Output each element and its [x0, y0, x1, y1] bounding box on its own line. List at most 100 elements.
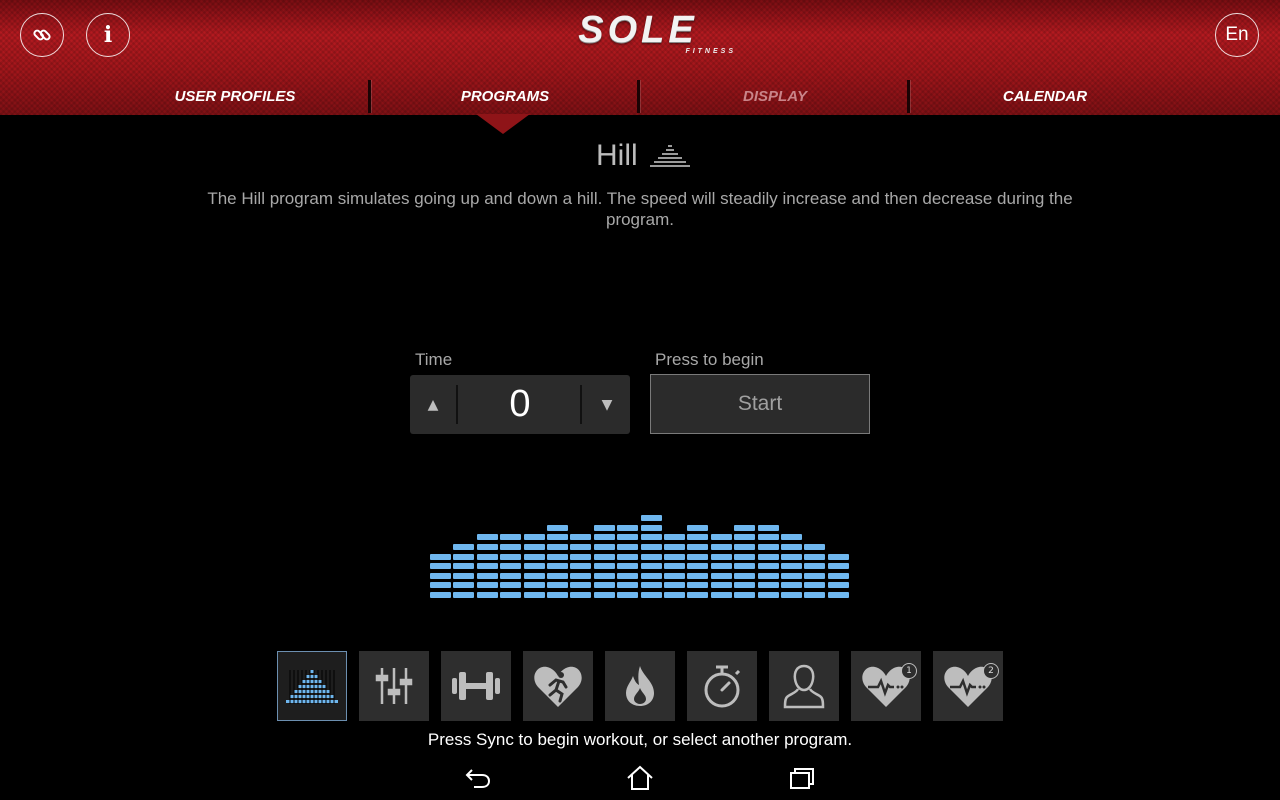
tab-display[interactable]: DISPLAY: [640, 78, 910, 115]
profile-segment: [500, 534, 522, 541]
profile-segment: [500, 553, 522, 560]
profile-segment: [710, 592, 732, 598]
profile-segment: [710, 544, 732, 550]
start-label: Start: [737, 392, 783, 415]
program-heart-runner-button[interactable]: [523, 651, 593, 721]
profile-segment: [523, 592, 545, 598]
profile-segment: [804, 544, 826, 550]
program-timer-button[interactable]: [687, 651, 757, 721]
program-title: Hill: [596, 138, 692, 174]
profile-segment: [570, 553, 592, 560]
profile-segment: [476, 582, 498, 589]
tab-programs[interactable]: PROGRAMS: [370, 78, 640, 115]
profile-segment: [453, 572, 475, 579]
program-fat-burn-button[interactable]: [605, 651, 675, 721]
profile-segment: [476, 592, 498, 598]
program-hill-button[interactable]: [277, 651, 347, 721]
profile-segment: [570, 582, 592, 589]
profile-segment: [547, 524, 568, 531]
profile-segment: [593, 544, 615, 550]
tab-user-profiles[interactable]: USER PROFILES: [100, 78, 370, 115]
time-decrease-button[interactable]: ▼: [584, 375, 630, 434]
time-increase-button[interactable]: ▲: [410, 375, 456, 434]
link-icon: [33, 29, 51, 41]
profile-segment: [710, 582, 732, 589]
profile-segment: [710, 563, 732, 570]
profile-segment: [570, 592, 592, 598]
profile-segment: [570, 534, 592, 541]
language-button[interactable]: En: [1215, 13, 1259, 57]
profile-segment: [617, 553, 639, 560]
profile-segment: [804, 553, 826, 560]
profile-segment: [640, 572, 662, 579]
system-navigation-bar: [0, 755, 1280, 800]
profile-segment: [664, 563, 685, 570]
program-heart-rate-1-button[interactable]: 1: [851, 651, 921, 721]
profile-segment: [804, 582, 826, 589]
program-heart-rate-2-button[interactable]: 2: [933, 651, 1003, 721]
profile-segment: [617, 582, 639, 589]
stopwatch-icon: [704, 665, 741, 708]
profile-segment: [547, 572, 568, 579]
tab-calendar[interactable]: CALENDAR: [910, 78, 1180, 115]
program-user-button[interactable]: [769, 651, 839, 721]
profile-segment: [781, 544, 802, 550]
profile-segment: [734, 592, 756, 598]
profile-segment: [476, 534, 498, 541]
profile-segment: [640, 515, 662, 522]
profile-segment: [804, 563, 826, 570]
profile-segment: [523, 563, 545, 570]
profile-segment: [593, 553, 615, 560]
profile-segment: [476, 544, 498, 550]
profile-segment: [710, 553, 732, 560]
profile-segment: [523, 572, 545, 579]
profile-segment: [734, 563, 756, 570]
profile-segment: [640, 553, 662, 560]
heart-runner-icon: [534, 666, 582, 707]
profile-segment: [617, 534, 639, 541]
program-custom-button[interactable]: [359, 651, 429, 721]
profile-segment: [500, 582, 522, 589]
profile-segment: [500, 572, 522, 579]
recent-apps-button[interactable]: [782, 761, 822, 795]
profile-segment: [593, 534, 615, 541]
profile-segment: [827, 563, 849, 570]
profile-segment: [547, 563, 568, 570]
tab-divider: [637, 80, 640, 113]
profile-segment: [757, 582, 779, 589]
program-selector: 1 2: [277, 651, 1007, 721]
profile-segment: [570, 572, 592, 579]
language-label: En: [1225, 24, 1249, 45]
profile-segment: [640, 524, 662, 531]
info-button[interactable]: i: [86, 13, 130, 57]
profile-segment: [757, 572, 779, 579]
home-button[interactable]: [620, 761, 660, 795]
time-label: Time: [415, 350, 453, 369]
back-icon: [465, 769, 491, 788]
sole-fitness-logo: SOLE FITNESS: [528, 8, 748, 60]
heart-rate-1-badge: 1: [901, 663, 917, 679]
profile-segment: [734, 582, 756, 589]
profile-segment: [453, 553, 475, 560]
profile-segment: [640, 563, 662, 570]
profile-segment: [430, 563, 451, 570]
profile-segment: [547, 592, 568, 598]
tab-divider: [368, 80, 371, 113]
profile-segment: [500, 544, 522, 550]
start-button[interactable]: Start: [650, 374, 870, 434]
program-strength-button[interactable]: [441, 651, 511, 721]
recent-apps-icon: [790, 768, 814, 789]
profile-segment: [781, 572, 802, 579]
profile-segment: [734, 524, 756, 531]
profile-segment: [640, 592, 662, 598]
profile-segment: [453, 563, 475, 570]
link-button[interactable]: [20, 13, 64, 57]
profile-segment: [430, 572, 451, 579]
profile-segment: [664, 553, 685, 560]
hill-icon: [286, 670, 338, 704]
profile-segment: [781, 563, 802, 570]
profile-segment: [664, 572, 685, 579]
back-button[interactable]: [458, 761, 498, 795]
profile-segment: [617, 563, 639, 570]
profile-segment: [664, 544, 685, 550]
